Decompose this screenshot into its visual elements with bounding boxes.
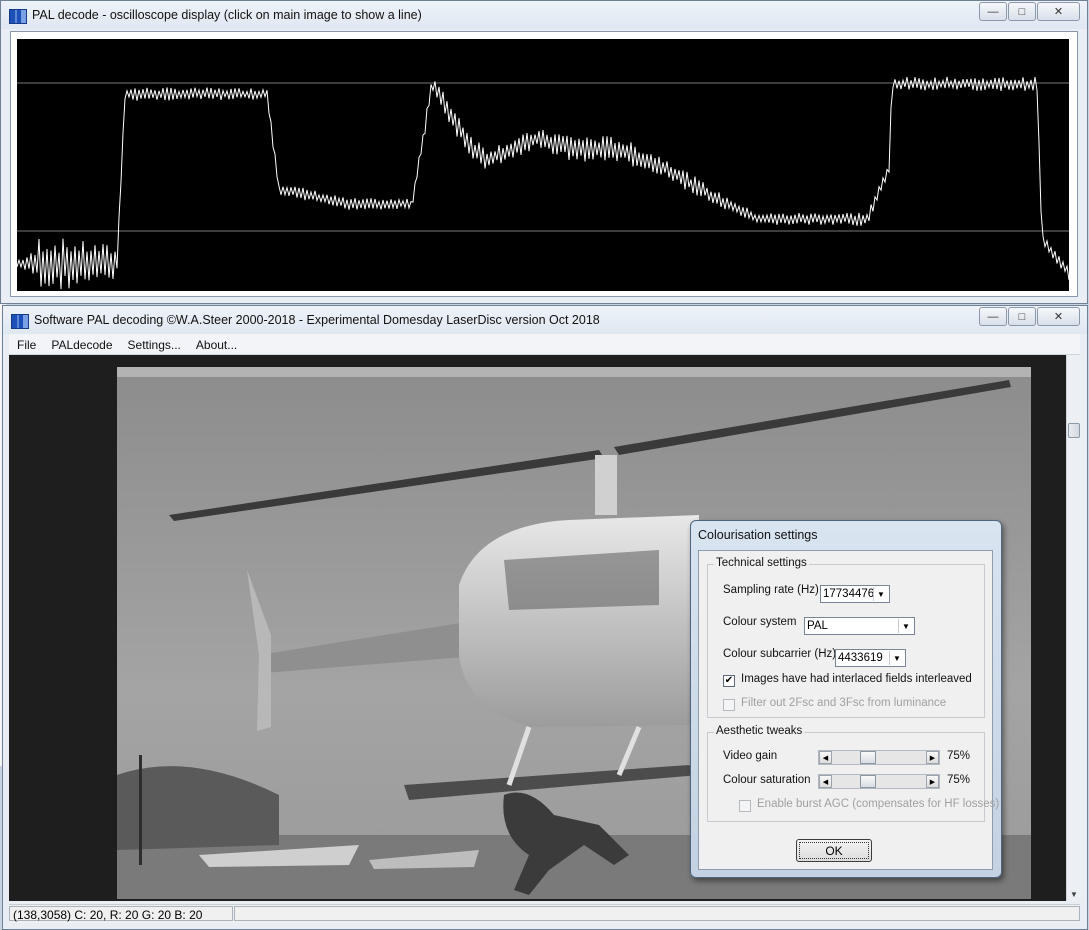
scroll-left-icon[interactable]: ◀ [819,751,832,764]
burst-agc-label: Enable burst AGC (compensates for HF los… [757,798,1000,810]
status-bar: (138,3058) C: 20, R: 20 G: 20 B: 20 [9,904,1080,923]
main-title: Software PAL decoding ©W.A.Steer 2000-20… [34,313,600,327]
colour-system-value: PAL [807,620,828,632]
close-icon: ✕ [1053,6,1064,18]
video-gain-thumb[interactable] [860,751,876,764]
filter-label: Filter out 2Fsc and 3Fsc from luminance [741,697,947,709]
menu-about[interactable]: About... [188,334,244,354]
menu-bar: File PALdecode Settings... About... [9,334,1080,355]
menu-paldecode[interactable]: PALdecode [43,334,119,354]
chevron-down-icon: ▼ [889,651,904,665]
maximize-button[interactable]: □ [1008,307,1036,326]
ok-button[interactable]: OK [796,839,872,862]
chevron-down-icon: ▼ [873,587,888,601]
oscilloscope-titlebar[interactable]: PAL decode - oscilloscope display (click… [1,1,1087,29]
dialog-title[interactable]: Colourisation settings [698,528,818,542]
close-icon: ✕ [1053,311,1064,323]
chevron-down-icon: ▼ [898,619,913,633]
oscilloscope-screen [16,39,1070,291]
scroll-right-icon[interactable]: ▶ [926,775,939,788]
checkmark-icon: ✔ [724,675,734,686]
sampling-rate-select[interactable]: 17734476 ▼ [820,585,890,603]
vbi-lines [117,367,1031,377]
close-button[interactable]: ✕ [1037,2,1080,21]
maximize-icon: □ [1018,5,1026,18]
main-titlebar[interactable]: Software PAL decoding ©W.A.Steer 2000-20… [3,306,1087,334]
menu-file[interactable]: File [9,334,43,354]
status-pixel-readout: (138,3058) C: 20, R: 20 G: 20 B: 20 [9,906,233,922]
scroll-down-arrow-icon[interactable]: ▼ [1070,890,1078,899]
oscilloscope-waveform [16,76,1070,290]
colour-saturation-slider[interactable]: ◀ ▶ [818,774,940,789]
app-icon [11,314,29,329]
colour-system-label: Colour system [723,616,797,628]
video-gain-label: Video gain [723,750,778,762]
sampling-rate-label: Sampling rate (Hz) [723,584,819,596]
burst-agc-checkbox[interactable] [739,800,751,812]
helicopter-fuselage [459,515,699,727]
cabin-windows [504,550,659,610]
rotor-mast [595,455,617,515]
scroll-left-icon[interactable]: ◀ [819,775,832,788]
video-gain-slider[interactable]: ◀ ▶ [818,750,940,765]
minimize-button[interactable]: — [979,2,1007,21]
scroll-right-icon[interactable]: ▶ [926,751,939,764]
filter-checkbox[interactable] [723,699,735,711]
colour-subcarrier-select[interactable]: 4433619 ▼ [835,649,906,667]
colour-subcarrier-label: Colour subcarrier (Hz) [723,648,837,660]
oscilloscope-frame [10,31,1078,297]
minimize-button[interactable]: — [979,307,1007,326]
colour-saturation-thumb[interactable] [860,775,876,788]
sampling-rate-value: 17734476 [823,588,875,600]
colourisation-settings-dialog: Colourisation settings Technical setting… [690,520,1002,878]
close-button[interactable]: ✕ [1037,307,1080,326]
waveform-trace [16,76,1070,290]
oscilloscope-title: PAL decode - oscilloscope display (click… [32,8,422,22]
minimize-icon: — [987,310,999,323]
light-pole [139,755,142,865]
vertical-scrollbar[interactable]: ▼ [1066,355,1082,901]
oscilloscope-window: PAL decode - oscilloscope display (click… [0,0,1088,304]
colour-system-select[interactable]: PAL ▼ [804,617,915,635]
interlaced-label: Images have had interlaced fields interl… [741,673,972,685]
minimize-icon: — [987,5,999,18]
technical-settings-label: Technical settings [714,557,809,569]
maximize-button[interactable]: □ [1008,2,1036,21]
menu-settings[interactable]: Settings... [120,334,188,354]
app-icon [9,9,27,24]
vertical-scrollbar-thumb[interactable] [1068,423,1080,438]
aesthetic-tweaks-group: Aesthetic tweaks Video gain ◀ ▶ 75% Colo… [707,725,999,822]
maximize-icon: □ [1018,310,1026,323]
dialog-body: Technical settings Sampling rate (Hz) 17… [698,550,999,870]
colour-saturation-label: Colour saturation [723,774,811,786]
aesthetic-tweaks-label: Aesthetic tweaks [714,725,805,737]
interlaced-checkbox[interactable]: ✔ [723,675,735,687]
colour-saturation-value: 75% [947,774,971,786]
video-gain-value: 75% [947,750,971,762]
technical-settings-group: Technical settings Sampling rate (Hz) 17… [707,557,985,718]
status-empty-panel [234,906,1080,921]
colour-subcarrier-value: 4433619 [838,652,883,664]
